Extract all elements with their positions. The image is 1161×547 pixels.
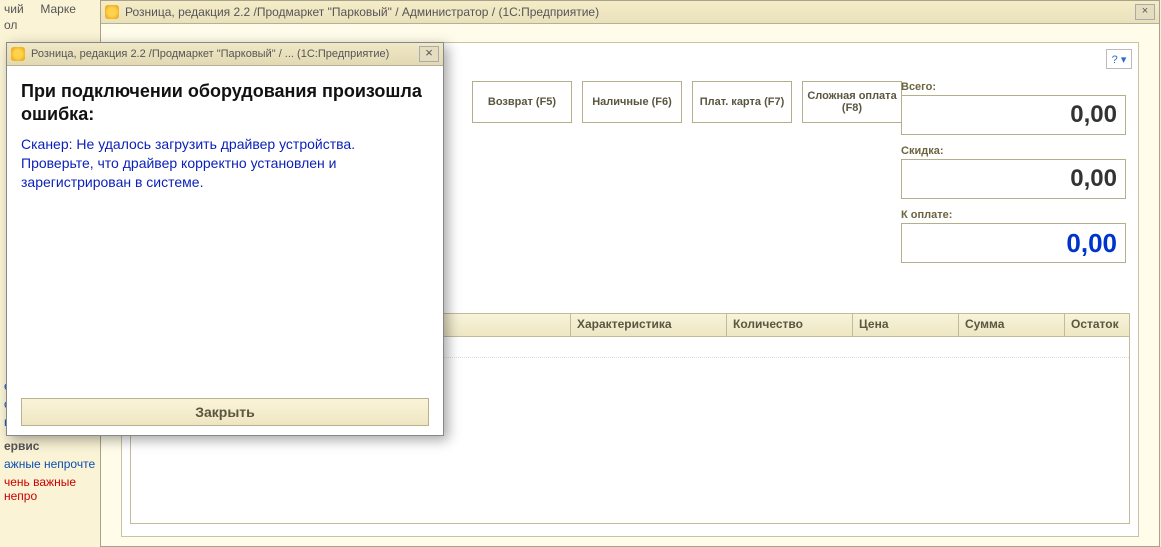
bg-link[interactable]: ажные непрочте [4, 457, 110, 471]
complex-payment-button[interactable]: Сложная оплата (F8) [802, 81, 902, 123]
error-dialog: Розница, редакция 2.2 /Продмаркет "Парко… [6, 42, 444, 436]
table-col-quantity[interactable]: Количество [727, 314, 853, 336]
topay-value: 0,00 [901, 223, 1126, 263]
total-label: Всего: [901, 81, 1126, 93]
dialog-titlebar[interactable]: Розница, редакция 2.2 /Продмаркет "Парко… [7, 43, 443, 66]
cash-button[interactable]: Наличные (F6) [582, 81, 682, 123]
dialog-title: Розница, редакция 2.2 /Продмаркет "Парко… [31, 48, 413, 60]
dialog-footer: Закрыть [7, 390, 443, 440]
error-heading: При подключении оборудования произошла о… [21, 80, 429, 125]
help-icon[interactable]: ? ▾ [1106, 49, 1132, 69]
topay-label: К оплате: [901, 209, 1126, 221]
dialog-body: При подключении оборудования произошла о… [7, 66, 443, 390]
card-button[interactable]: Плат. карта (F7) [692, 81, 792, 123]
bg-text: чий [4, 2, 24, 16]
close-button[interactable]: Закрыть [21, 398, 429, 426]
totals-panel: Всего: 0,00 Скидка: 0,00 К оплате: 0,00 [901, 81, 1126, 273]
bg-text: ол [4, 18, 106, 34]
close-icon[interactable]: × [1135, 4, 1155, 20]
close-icon[interactable]: × [419, 46, 439, 62]
bg-section-header: ервис [4, 439, 110, 453]
table-col-price[interactable]: Цена [853, 314, 959, 336]
total-value: 0,00 [901, 95, 1126, 135]
app-icon [11, 47, 25, 61]
table-col-characteristic[interactable]: Характеристика [571, 314, 727, 336]
table-col-sum[interactable]: Сумма [959, 314, 1065, 336]
discount-label: Скидка: [901, 145, 1126, 157]
bg-text: Марке [40, 2, 76, 16]
bg-link-important[interactable]: чень важные непро [4, 475, 110, 503]
main-window-title: Розница, редакция 2.2 /Продмаркет "Парко… [125, 5, 1129, 19]
function-button-row: Возврат (F5) Наличные (F6) Плат. карта (… [472, 81, 902, 123]
main-titlebar[interactable]: Розница, редакция 2.2 /Продмаркет "Парко… [101, 1, 1159, 24]
discount-value: 0,00 [901, 159, 1126, 199]
return-button[interactable]: Возврат (F5) [472, 81, 572, 123]
error-message: Сканер: Не удалось загрузить драйвер уст… [21, 135, 429, 192]
table-col-remainder[interactable]: Остаток [1065, 314, 1129, 336]
app-icon [105, 5, 119, 19]
